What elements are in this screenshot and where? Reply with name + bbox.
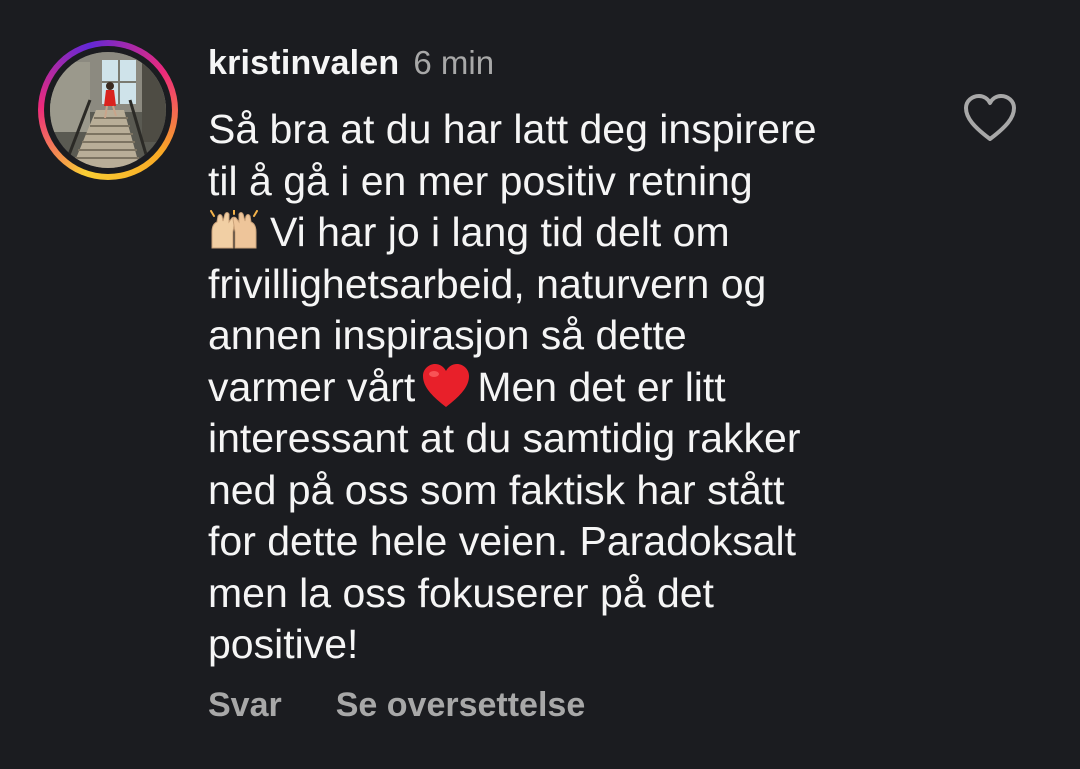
timestamp: 6 min — [413, 44, 495, 81]
comment-line: ned på oss som faktisk har stått — [208, 466, 785, 513]
username[interactable]: kristinvalen — [208, 44, 399, 83]
comment-item: kristinvalen 6 min Så bra at du har latt… — [0, 0, 1080, 769]
reply-button[interactable]: Svar — [208, 686, 282, 725]
comment-line: men la oss fokuserer på det — [208, 569, 714, 616]
heart-outline-icon — [964, 94, 1016, 141]
like-button[interactable] — [962, 92, 1018, 144]
comment-line: varmer vårt Men det er litt — [208, 363, 726, 410]
comment-line: frivillighetsarbeid, naturvern og — [208, 260, 767, 307]
comment-header: kristinvalen 6 min — [208, 44, 494, 88]
comment-actions: Svar Se oversettelse — [208, 686, 585, 725]
comment-line: til å gå i en mer positiv retning — [208, 157, 753, 204]
avatar-story-ring[interactable] — [38, 40, 178, 180]
comment-line: Så bra at du har latt deg inspirere — [208, 106, 817, 152]
avatar[interactable] — [50, 52, 166, 168]
see-translation-button[interactable]: Se oversettelse — [336, 686, 586, 725]
comment-line: for dette hele veien. Paradoksalt — [208, 518, 797, 564]
comment-text: Så bra at du har latt deg inspirere til … — [208, 104, 928, 671]
comment-line: Vi har jo i lang tid delt om — [208, 207, 928, 259]
comment-line: annen inspirasjon så dette — [208, 312, 687, 358]
raising-hands-emoji — [208, 209, 260, 250]
red-heart-emoji — [421, 363, 471, 409]
comment-line: interessant at du samtidig rakker — [208, 415, 801, 461]
comment-line: positive! — [208, 621, 359, 667]
